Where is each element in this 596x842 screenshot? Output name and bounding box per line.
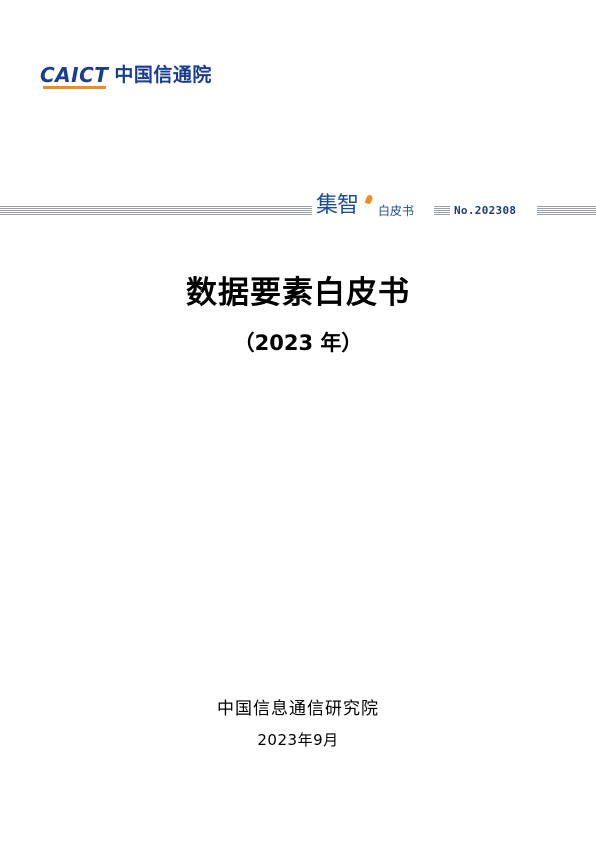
logo-underline — [43, 86, 107, 89]
publication-date: 2023年9月 — [257, 731, 339, 749]
logo-chinese-name: 中国信通院 — [114, 64, 212, 86]
cover-subtitle: （2023 年） — [233, 331, 363, 355]
series-band: 集智 白皮书 No.202308 — [0, 193, 596, 223]
document-number: No.202308 — [454, 204, 517, 217]
stripe-right — [537, 206, 596, 216]
logo-mark-text: CAICT — [40, 63, 109, 87]
logo-mark: CAICT — [40, 63, 109, 89]
series-label: 白皮书 — [378, 204, 415, 218]
stripe-left — [0, 206, 312, 216]
publisher-organization: 中国信息通信研究院 — [217, 699, 379, 719]
cover-title: 数据要素白皮书 — [186, 275, 410, 311]
series-brand-logo: 集智 — [316, 193, 359, 218]
caict-logo: CAICT 中国信通院 — [40, 64, 212, 90]
series-brand-dot-icon — [364, 194, 374, 205]
stripe-middle — [434, 206, 450, 216]
